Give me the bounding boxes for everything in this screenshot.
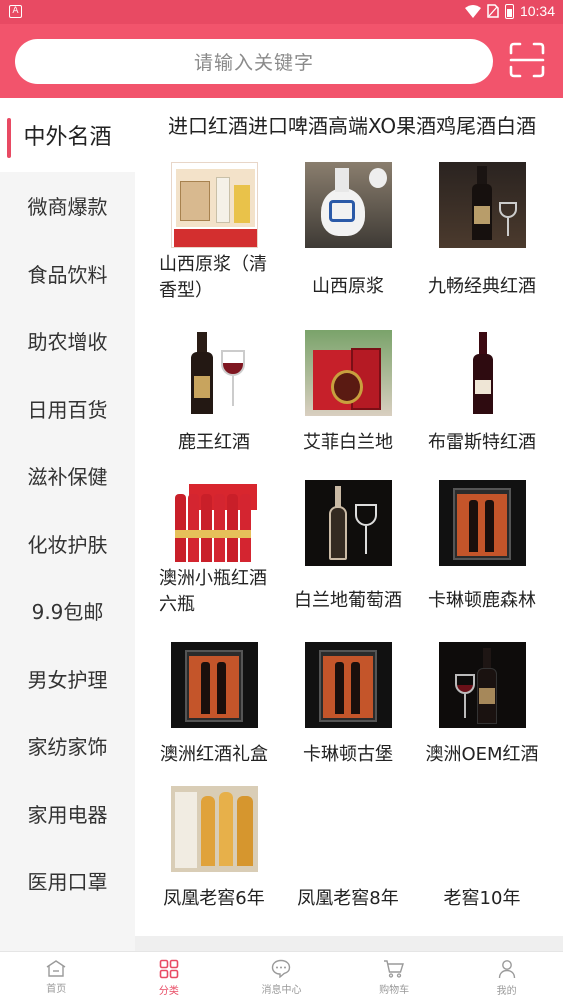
product-image — [438, 642, 526, 728]
product-name: 山西原浆（清香型） — [159, 254, 267, 301]
product-image — [170, 162, 258, 248]
subcategory-bar: 进口红酒 进口啤酒 高端XO 果酒 鸡尾酒 白酒 — [168, 110, 563, 139]
product-image — [438, 480, 526, 566]
category-icon — [159, 959, 179, 979]
tab-home[interactable]: 首页 — [0, 952, 113, 1000]
sidebar-item-food[interactable]: 食品饮料 — [0, 240, 135, 308]
subcategory-tab[interactable]: 鸡尾酒 — [436, 110, 496, 139]
product-name: 凤凰老窖8年 — [297, 888, 399, 909]
home-icon — [46, 960, 66, 977]
message-icon — [272, 959, 291, 978]
product-name: 九畅经典红酒 — [428, 276, 536, 297]
tab-cart[interactable]: 购物车 — [338, 952, 451, 1000]
product-name: 艾菲白兰地 — [303, 432, 393, 453]
sidebar-item-masks[interactable]: 医用口罩 — [0, 847, 135, 915]
product-name: 布雷斯特红酒 — [428, 432, 536, 453]
subcategory-tab[interactable]: 进口红酒 — [168, 110, 248, 139]
product-card[interactable]: 卡琳顿鹿森林 — [415, 480, 549, 614]
product-card[interactable]: 布雷斯特红酒 — [415, 330, 549, 456]
sidebar-item-free-shipping[interactable]: 9.9包邮 — [0, 577, 135, 645]
product-card[interactable]: 白兰地葡萄酒 — [281, 480, 415, 614]
product-name: 山西原浆 — [312, 276, 384, 297]
bottom-tab-bar: 首页 分类 消息中心 购物车 我的 — [0, 951, 563, 1000]
product-image — [304, 330, 392, 416]
sidebar-item-care[interactable]: 男女护理 — [0, 645, 135, 713]
sidebar-item-wine[interactable]: 中外名酒 — [0, 98, 135, 172]
product-name: 凤凰老窖6年 — [163, 888, 265, 909]
status-bar: A 10:34 — [0, 0, 563, 24]
scan-icon[interactable] — [509, 42, 545, 78]
product-panel: 进口红酒 进口啤酒 高端XO 果酒 鸡尾酒 白酒 山西原浆（清香型） 山西原浆 … — [135, 98, 563, 936]
product-image — [170, 786, 258, 872]
product-image — [438, 162, 526, 248]
subcategory-tab[interactable]: 进口啤酒 — [248, 110, 328, 139]
sidebar-item-cosmetics[interactable]: 化妆护肤 — [0, 510, 135, 578]
product-card[interactable]: 山西原浆 — [281, 162, 415, 300]
product-name: 卡琳顿古堡 — [303, 744, 393, 765]
subcategory-tab[interactable]: 白酒 — [496, 110, 536, 139]
sidebar-item-health[interactable]: 滋补保健 — [0, 442, 135, 510]
sidebar-item-daily[interactable]: 日用百货 — [0, 375, 135, 443]
product-card[interactable]: 九畅经典红酒 — [415, 162, 549, 300]
product-card[interactable]: 卡琳顿古堡 — [281, 642, 415, 768]
search-input[interactable]: 请输入关键字 — [15, 39, 493, 84]
subcategory-tab[interactable]: 果酒 — [396, 110, 436, 139]
tab-category[interactable]: 分类 — [113, 952, 226, 1000]
product-image — [304, 162, 392, 248]
category-sidebar: 中外名酒 微商爆款 食品饮料 助农增收 日用百货 滋补保健 化妆护肤 9.9包邮… — [0, 98, 135, 951]
product-card[interactable]: 老窖10年 — [415, 786, 549, 912]
list-bottom-divider — [135, 936, 563, 952]
tab-label: 首页 — [46, 984, 67, 995]
product-card[interactable]: 鹿王红酒 — [147, 330, 281, 456]
cart-icon — [384, 960, 405, 978]
tab-label: 消息中心 — [261, 985, 302, 996]
product-image — [304, 480, 392, 566]
product-card[interactable]: 山西原浆（清香型） — [147, 162, 281, 304]
tab-label: 我的 — [496, 986, 517, 997]
product-name: 澳洲小瓶红酒六瓶 — [159, 568, 267, 615]
product-name: 澳洲OEM红酒 — [425, 744, 539, 765]
product-name: 白兰地葡萄酒 — [294, 590, 402, 611]
product-card[interactable]: 澳洲OEM红酒 — [415, 642, 549, 768]
sidebar-item-wechat-hot[interactable]: 微商爆款 — [0, 172, 135, 240]
tab-messages[interactable]: 消息中心 — [225, 952, 338, 1000]
product-image — [305, 786, 392, 872]
product-image — [170, 480, 258, 566]
tab-label: 购物车 — [379, 985, 410, 996]
product-name: 老窖10年 — [443, 888, 521, 909]
wifi-icon — [464, 4, 481, 18]
sim-icon — [487, 4, 499, 18]
product-card[interactable]: 艾菲白兰地 — [281, 330, 415, 456]
product-name: 卡琳顿鹿森林 — [428, 590, 536, 611]
product-name: 鹿王红酒 — [178, 432, 250, 453]
header: 请输入关键字 — [0, 24, 563, 98]
product-card[interactable]: 凤凰老窖8年 — [281, 786, 415, 912]
app-screen: A 10:34 请输入关键字 中外名酒 微商爆款 食品饮料 助农增收 日用百货 … — [0, 0, 563, 1000]
sidebar-item-appliances[interactable]: 家用电器 — [0, 780, 135, 848]
app-notification-icon: A — [9, 5, 22, 18]
sidebar-item-farm[interactable]: 助农增收 — [0, 307, 135, 375]
profile-icon — [498, 960, 515, 979]
product-image — [438, 330, 526, 416]
search-placeholder: 请输入关键字 — [193, 52, 314, 74]
product-image — [170, 642, 258, 728]
product-card[interactable]: 凤凰老窖6年 — [147, 786, 281, 912]
product-name: 澳洲红酒礼盒 — [160, 744, 268, 765]
battery-icon — [504, 3, 514, 19]
clock: 10:34 — [519, 3, 555, 19]
subcategory-tab[interactable]: 高端XO — [328, 110, 396, 139]
product-image — [439, 786, 526, 872]
product-image — [170, 330, 258, 416]
sidebar-item-textile[interactable]: 家纺家饰 — [0, 712, 135, 780]
product-card[interactable]: 澳洲红酒礼盒 — [147, 642, 281, 768]
product-image — [304, 642, 392, 728]
tab-label: 分类 — [158, 986, 179, 997]
product-card[interactable]: 澳洲小瓶红酒六瓶 — [147, 480, 281, 618]
tab-profile[interactable]: 我的 — [450, 952, 563, 1000]
